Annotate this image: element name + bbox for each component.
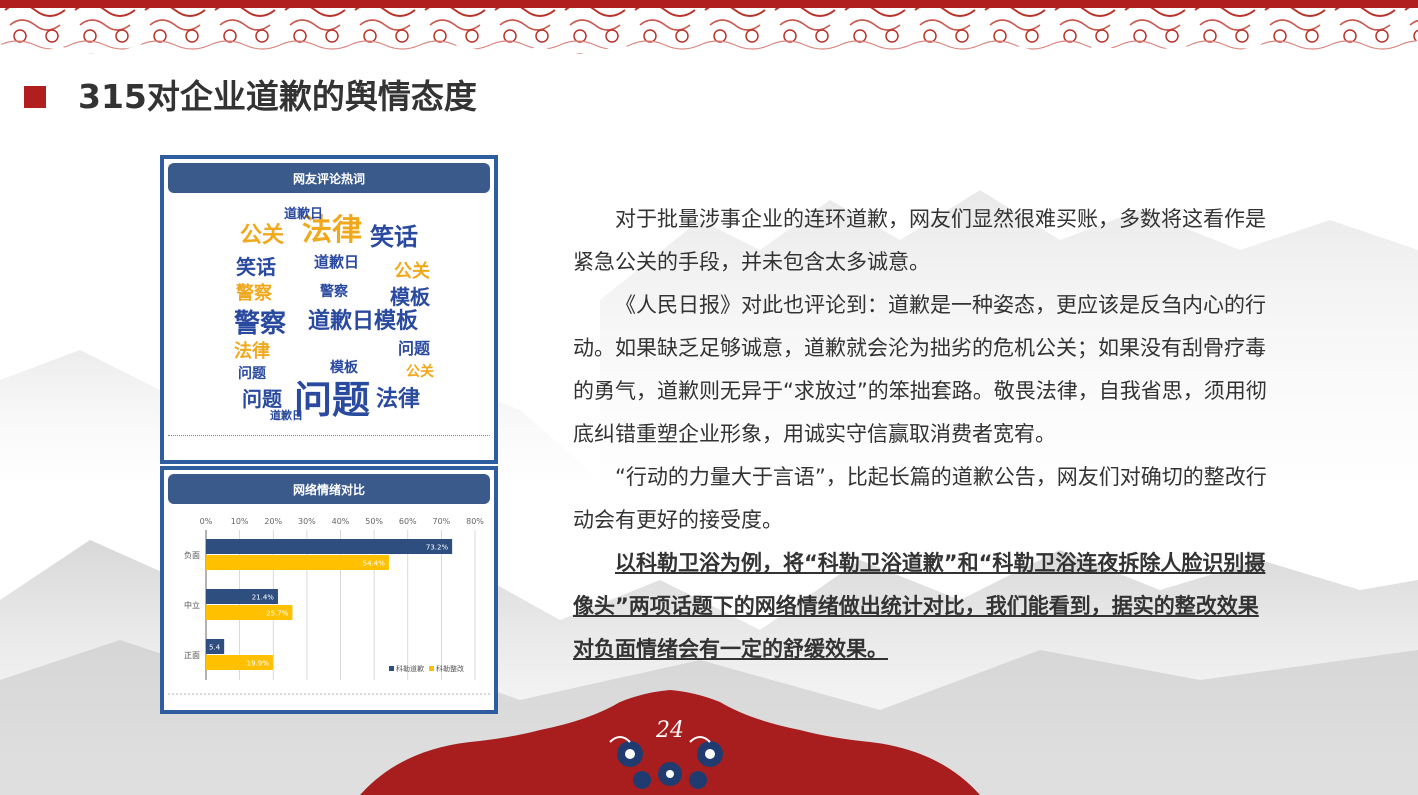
wordcloud-word: 道歉日 — [314, 253, 360, 271]
wordcloud-word: 公关 — [394, 261, 430, 282]
bar — [206, 539, 453, 554]
wordcloud-word: 警察 — [234, 309, 287, 339]
x-tick-label: 50% — [365, 517, 383, 526]
category-label: 正面 — [184, 651, 200, 660]
data-label: 19.9% — [247, 660, 270, 668]
wordcloud-panel: 网友评论热词 法律 公关 笑话 道歉日 笑话 道歉日 公关 警察 警察 模板 警… — [160, 155, 498, 464]
paragraph-3: “行动的力量大于言语”，比起长篇的道歉公告，网友们对确切的整改行动会有更好的接受… — [573, 465, 1267, 532]
page-number: 24 — [656, 718, 684, 743]
category-label: 负面 — [184, 550, 200, 560]
data-label: 54.4% — [363, 560, 386, 568]
chart-panel: 网络情绪对比 0% 10% 20% 30% 40% 50% 60% 70% 80% 负面 73.2%… — [160, 466, 498, 714]
legend-label: 科勒道歉 — [396, 664, 424, 673]
x-tick-label: 70% — [432, 517, 450, 526]
wordcloud-word: 公关 — [406, 364, 434, 380]
title-square-icon — [24, 86, 46, 108]
wordcloud-word: 问题 — [398, 339, 431, 358]
category-label: 中立 — [184, 600, 200, 610]
wordcloud-word: 问题 — [294, 378, 371, 422]
data-label: 25.7% — [266, 610, 289, 618]
wordcloud-word: 问题 — [238, 366, 266, 382]
wordcloud: 法律 公关 笑话 道歉日 笑话 道歉日 公关 警察 警察 模板 警察 道歉日模板… — [230, 197, 436, 422]
wordcloud-word: 道歉日 — [284, 207, 324, 222]
wordcloud-word: 道歉日模板 — [308, 309, 419, 334]
x-tick-label: 0% — [200, 517, 213, 526]
x-tick-label: 10% — [231, 517, 249, 526]
x-tick-label: 80% — [466, 517, 484, 526]
wordcloud-word: 法律 — [376, 387, 421, 412]
wordcloud-panel-header: 网友评论热词 — [168, 163, 490, 193]
legend-swatch — [429, 666, 434, 671]
wordcloud-word: 笑话 — [236, 255, 276, 279]
bar — [206, 555, 389, 570]
wordcloud-word: 道歉日 — [270, 409, 303, 422]
body-text: 对于批量涉事企业的连环道歉，网友们显然很难买账，多数将这看作是紧急公关的手段，并… — [573, 198, 1273, 671]
x-tick-label: 30% — [298, 517, 316, 526]
wordcloud-word: 警察 — [236, 283, 272, 304]
dotted-divider — [168, 435, 490, 436]
data-label: 5.4 — [209, 644, 221, 652]
x-tick-label: 40% — [332, 517, 350, 526]
emotion-bar-chart: 0% 10% 20% 30% 40% 50% 60% 70% 80% 负面 73.2% 54.4% 中立… — [168, 517, 490, 695]
paragraph-1: 对于批量涉事企业的连环道歉，网友们显然很难买账，多数将这看作是紧急公关的手段，并… — [573, 207, 1266, 274]
paragraph-4-highlight: 以科勒卫浴为例，将“科勒卫浴道歉”和“科勒卫浴连夜拆除人脸识别摄像头”两项话题下… — [573, 551, 1266, 661]
data-label: 21.4% — [252, 594, 275, 602]
wordcloud-word: 警察 — [320, 284, 348, 300]
wordcloud-word: 法律 — [234, 341, 270, 362]
top-decorative-border — [0, 0, 1418, 54]
legend-label: 科勒整改 — [436, 664, 464, 673]
slide-title-bar: 315对企业道歉的舆情态度 — [24, 72, 477, 116]
paragraph-2: 《人民日报》对此也评论到：道歉是一种姿态，更应该是反刍内心的行动。如果缺乏足够诚… — [573, 293, 1267, 446]
data-label: 73.2% — [426, 544, 449, 552]
wordcloud-word: 笑话 — [370, 223, 418, 251]
legend-swatch — [389, 666, 394, 671]
x-tick-label: 60% — [399, 517, 417, 526]
wordcloud-word: 公关 — [240, 223, 285, 248]
x-tick-label: 20% — [264, 517, 282, 526]
slide-title: 315对企业道歉的舆情态度 — [78, 77, 477, 116]
